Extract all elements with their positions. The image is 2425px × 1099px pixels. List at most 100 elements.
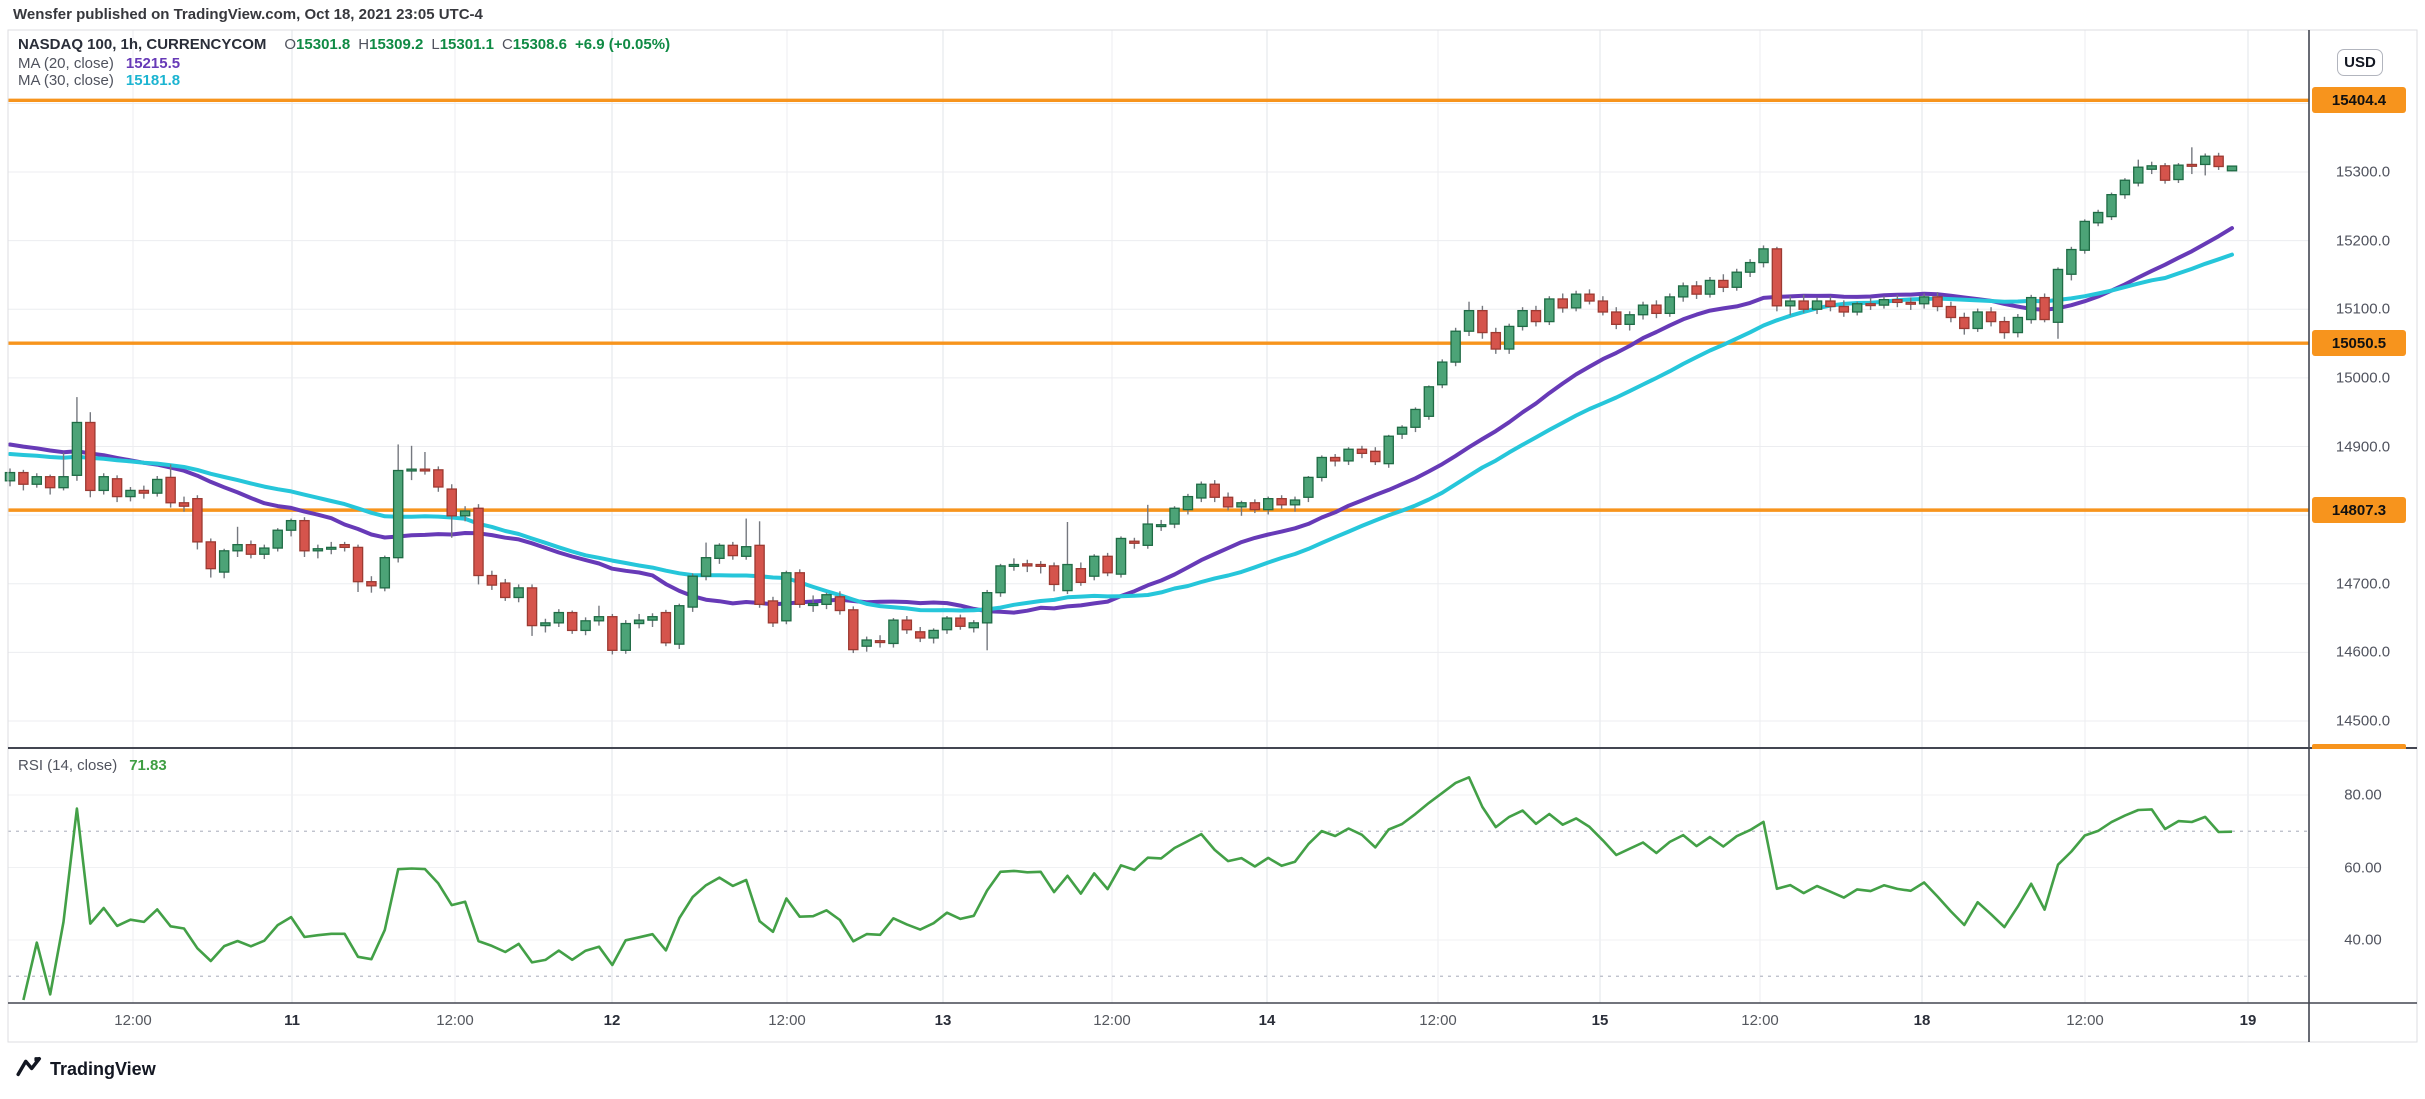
candle-down (1839, 307, 1848, 312)
rsi-value: 71.83 (129, 757, 167, 774)
candle-down (1906, 302, 1915, 304)
candle-down (1130, 541, 1139, 543)
candle-down (2000, 322, 2009, 333)
candle-up (260, 548, 269, 554)
ma30-legend[interactable]: MA (30, close)15181.8 (18, 72, 180, 89)
ohlc-letter: C (502, 36, 513, 53)
change-value: +6.9 (+0.05%) (575, 36, 670, 53)
candle-down (875, 641, 884, 643)
candle-up (635, 620, 644, 623)
candle-up (929, 630, 938, 638)
candle-down (86, 422, 95, 490)
candle-up (809, 604, 818, 606)
tradingview-logo[interactable]: TradingView (16, 1056, 156, 1082)
candle-down (1531, 311, 1540, 322)
candle-down (2160, 166, 2169, 180)
candle-up (220, 551, 229, 572)
candle-down (916, 632, 925, 638)
candle-up (1572, 294, 1581, 308)
candle-down (1223, 497, 1232, 507)
price-chart-canvas[interactable] (0, 0, 2425, 1099)
time-tick-label: 18 (1914, 1012, 1931, 1029)
candle-down (46, 477, 55, 488)
candle-up (1625, 315, 1634, 325)
candle-down (1103, 556, 1112, 572)
candle-up (1290, 500, 1299, 505)
candle-down (2214, 156, 2223, 166)
candle-up (1746, 263, 1755, 273)
candle-up (59, 477, 68, 488)
candle-up (1063, 565, 1072, 591)
candle-up (942, 618, 951, 630)
candle-up (1879, 300, 1888, 305)
candle-up (72, 422, 81, 475)
candle-down (447, 489, 456, 516)
price-tick-label: 14900.0 (2310, 438, 2416, 455)
candle-up (1170, 508, 1179, 524)
clipped-ray-badge (2312, 744, 2406, 749)
candle-up (394, 471, 403, 558)
candle-up (2094, 212, 2103, 222)
time-tick-label: 11 (284, 1012, 300, 1029)
rsi-tick-label: 40.00 (2310, 932, 2416, 949)
candle-up (407, 469, 416, 471)
time-tick-label: 12:00 (114, 1012, 152, 1029)
price-tick-label: 15000.0 (2310, 369, 2416, 386)
candle-up (822, 595, 831, 605)
candle-up (1505, 326, 1514, 349)
candle-up (1464, 311, 1473, 332)
candle-down (728, 545, 737, 555)
price-tick-label: 15100.0 (2310, 301, 2416, 318)
price-ray-badge: 14807.3 (2312, 497, 2406, 523)
chart-root: Wensfer published on TradingView.com, Oc… (0, 0, 2425, 1099)
candle-up (889, 620, 898, 643)
candle-up (1424, 387, 1433, 417)
candle-down (1692, 286, 1701, 294)
candle-up (126, 490, 135, 496)
candle-down (1986, 312, 1995, 322)
candle-up (1451, 331, 1460, 362)
candle-down (768, 601, 777, 623)
candle-up (1518, 311, 1527, 327)
candle-up (2013, 317, 2022, 332)
candle-up (581, 621, 590, 631)
candle-down (1960, 317, 1969, 328)
price-tick-label: 14500.0 (2310, 713, 2416, 730)
rsi-label: RSI (14, close) (18, 757, 117, 774)
tradingview-logo-icon (16, 1056, 42, 1082)
candle-up (996, 566, 1005, 593)
candle-down (1826, 301, 1835, 306)
candle-up (2134, 167, 2143, 183)
candle-up (1759, 249, 1768, 263)
candle-down (1719, 280, 1728, 287)
candle-down (1612, 312, 1621, 324)
candle-up (1183, 497, 1192, 510)
candle-down (795, 573, 804, 605)
candle-up (2174, 165, 2183, 179)
candle-up (1920, 297, 1929, 304)
candle-down (1799, 301, 1808, 309)
candle-down (340, 545, 349, 548)
ohlc-value: 15301.1 (440, 36, 494, 53)
candle-down (1250, 503, 1259, 510)
candle-up (742, 547, 751, 557)
time-tick-label: 12:00 (2066, 1012, 2104, 1029)
price-ray-badge: 15404.4 (2312, 87, 2406, 113)
candle-down (166, 477, 175, 502)
time-tick-label: 12:00 (1741, 1012, 1779, 1029)
candle-down (1598, 301, 1607, 312)
symbol-title: NASDAQ 100, 1h, CURRENCYCOM (18, 36, 266, 53)
candle-down (501, 583, 510, 597)
candle-up (2067, 250, 2076, 275)
candle-down (956, 618, 965, 626)
rsi-legend[interactable]: RSI (14, close) 71.83 (18, 757, 167, 774)
candle-up (32, 477, 41, 485)
ohlc-value: 15301.8 (296, 36, 350, 53)
time-tick-label: 12:00 (1419, 1012, 1457, 1029)
candle-down (755, 545, 764, 604)
price-tick-label: 14700.0 (2310, 575, 2416, 592)
currency-button[interactable]: USD (2337, 49, 2383, 76)
candle-down (112, 479, 121, 497)
ma20-legend[interactable]: MA (20, close)15215.5 (18, 55, 180, 72)
candle-down (1946, 307, 1955, 318)
